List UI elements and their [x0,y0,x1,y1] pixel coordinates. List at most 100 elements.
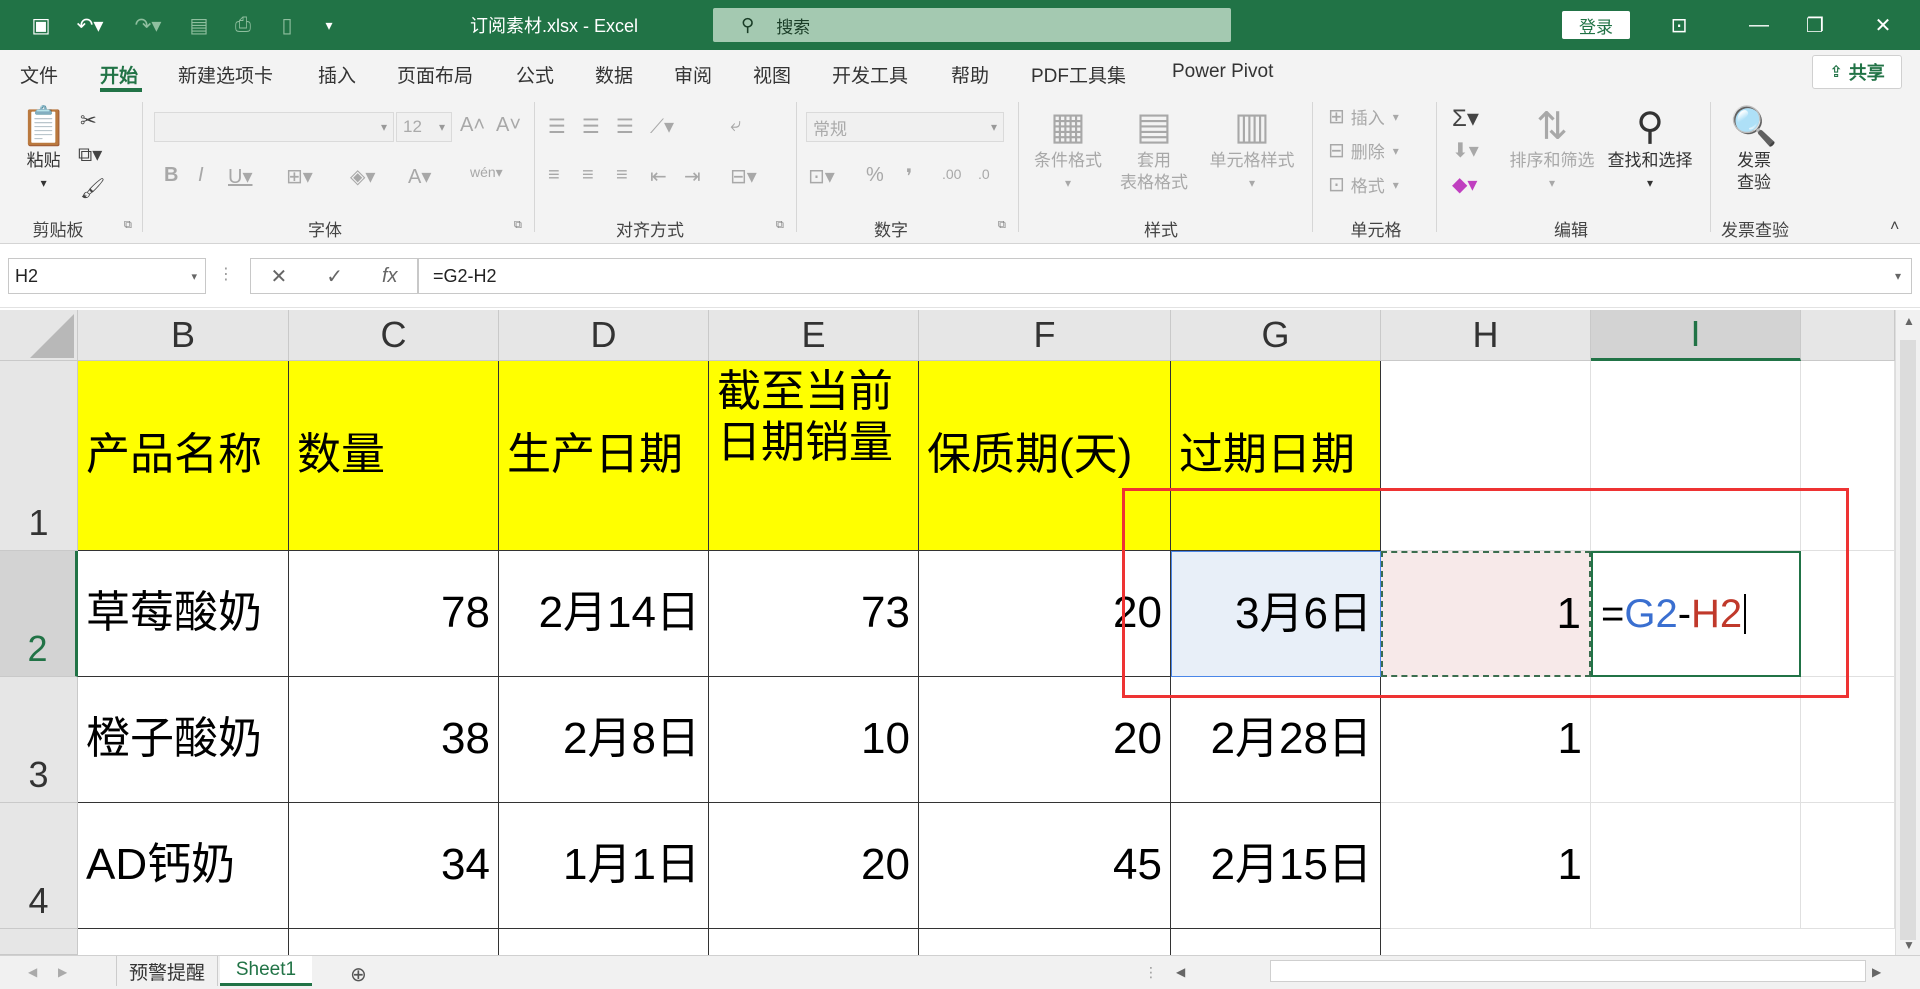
cell-d5[interactable] [499,929,709,955]
decrease-font-icon[interactable]: A˅ [496,114,521,137]
column-header-g[interactable]: G [1171,310,1381,361]
number-format-combo[interactable]: 常规 ▾ [806,112,1004,142]
delete-cells-button[interactable]: ⊟ 删除 ▾ [1328,138,1399,163]
cell-b2[interactable]: 草莓酸奶 [78,551,289,677]
paste-button[interactable]: 📋 粘贴 ▾ [20,104,67,194]
comma-style-icon[interactable]: ❜ [906,164,912,189]
cell-c3[interactable]: 38 [289,677,499,803]
cell-f4[interactable]: 45 [919,803,1171,929]
font-size-combo[interactable]: 12 ▾ [396,112,452,142]
align-bottom-icon[interactable]: ☰ [616,114,634,139]
font-name-combo[interactable]: ▾ [154,112,394,142]
find-select-button[interactable]: ⚲ 查找和选择 ▾ [1602,104,1698,194]
cell-e1[interactable]: 截至当前日期销量 [709,361,919,551]
row-header-1[interactable]: 1 [0,361,78,551]
cell-b1[interactable]: 产品名称 [78,361,289,551]
tab-view[interactable]: 视图 [753,61,791,88]
column-header-b[interactable]: B [78,310,289,361]
horizontal-scroll-thumb[interactable] [1270,960,1866,982]
column-header-d[interactable]: D [499,310,709,361]
scroll-up-icon[interactable]: ▲ [1903,314,1915,328]
orientation-icon[interactable]: ⟋▾ [650,114,674,139]
tab-power-pivot[interactable]: Power Pivot [1172,61,1273,83]
cell-d1[interactable]: 生产日期 [499,361,709,551]
cell-c5[interactable] [289,929,499,955]
scroll-left-icon[interactable]: ◀ [1176,965,1185,979]
cell-b4[interactable]: AD钙奶 [78,803,289,929]
dialog-launcher-icon[interactable]: ⧉ [998,219,1006,232]
dialog-launcher-icon[interactable]: ⧉ [776,219,784,232]
print-preview-icon[interactable]: ⎙ [228,10,258,40]
align-center-icon[interactable]: ≡ [582,164,594,187]
add-sheet-icon[interactable]: ⊕ [350,962,367,987]
vertical-scrollbar[interactable]: ▲ ▼ [1895,310,1920,955]
cell-j4[interactable] [1801,803,1895,929]
cell-d3[interactable]: 2月8日 [499,677,709,803]
cell-c2[interactable]: 78 [289,551,499,677]
invoice-check-button[interactable]: 🔍 发票 查验 [1722,104,1786,194]
italic-icon[interactable]: I [198,164,204,187]
tab-review[interactable]: 审阅 [674,61,712,88]
font-color-icon[interactable]: A▾ [408,164,431,189]
scroll-down-icon[interactable]: ▼ [1903,938,1915,952]
cell-e2[interactable]: 73 [709,551,919,677]
cell-b5[interactable] [78,929,289,955]
align-top-icon[interactable]: ☰ [548,114,566,139]
decrease-indent-icon[interactable]: ⇤ [650,164,667,189]
sheet-tab-warning[interactable]: 预警提醒 [116,956,218,986]
conditional-format-button[interactable]: ▦ 条件格式 ▾ [1030,104,1106,194]
insert-function-icon[interactable]: fx [382,265,398,288]
increase-indent-icon[interactable]: ⇥ [684,164,701,189]
column-header-h[interactable]: H [1381,310,1591,361]
cancel-icon[interactable]: ✕ [270,264,287,289]
cell-c4[interactable]: 34 [289,803,499,929]
column-header-c[interactable]: C [289,310,499,361]
decrease-decimal-icon[interactable]: .0 [978,166,990,182]
tab-data[interactable]: 数据 [595,61,633,88]
tab-page-layout[interactable]: 页面布局 [397,61,473,88]
wrap-text-icon[interactable]: ⤶ [730,114,741,137]
enter-icon[interactable]: ✓ [326,264,343,289]
increase-font-icon[interactable]: A˄ [460,114,485,137]
format-painter-icon[interactable]: 🖌 [80,176,105,201]
column-header-empty[interactable] [1801,310,1895,361]
autosum-icon[interactable]: Σ▾ [1452,104,1479,133]
vertical-scroll-thumb[interactable] [1900,340,1916,940]
login-button[interactable]: 登录 [1562,11,1630,39]
document-icon[interactable]: ▯ [272,10,302,40]
cell-i4[interactable] [1591,803,1801,929]
column-header-i[interactable]: I [1591,310,1801,361]
tab-new[interactable]: 新建选项卡 [178,61,273,88]
dialog-launcher-icon[interactable]: ⧉ [124,219,132,232]
name-box[interactable]: H2 ▾ [8,258,206,294]
phonetic-icon[interactable]: wén▾ [470,164,503,181]
accounting-format-icon[interactable]: ⊡▾ [808,164,835,189]
row-header-5[interactable] [0,929,78,955]
increase-decimal-icon[interactable]: .00 [942,166,961,182]
cell-e3[interactable]: 10 [709,677,919,803]
cell-styles-button[interactable]: ▥ 单元格样式 ▾ [1204,104,1300,194]
restore-icon[interactable]: ❐ [1800,10,1830,40]
tab-formulas[interactable]: 公式 [516,61,554,88]
tab-help[interactable]: 帮助 [951,61,989,88]
tab-developer[interactable]: 开发工具 [832,61,908,88]
column-header-f[interactable]: F [919,310,1171,361]
splitter-icon[interactable]: ⋮ [1144,964,1158,981]
cell-g4[interactable]: 2月15日 [1171,803,1381,929]
cell-e4[interactable]: 20 [709,803,919,929]
redo-icon[interactable]: ↷▾ [128,10,168,40]
tab-home[interactable]: 开始 [100,61,138,88]
ribbon-display-icon[interactable]: ⊡ [1664,10,1694,40]
borders-icon[interactable]: ⊞▾ [286,164,313,189]
tab-pdf[interactable]: PDF工具集 [1031,61,1126,88]
table-format-button[interactable]: ▤ 套用 表格格式 [1110,104,1198,194]
next-sheet-icon[interactable]: ▶ [58,965,67,979]
cell-h4[interactable]: 1 [1381,803,1591,929]
dialog-launcher-icon[interactable]: ⧉ [514,219,522,232]
formula-input[interactable]: =G2-H2 ▾ [418,258,1912,294]
align-left-icon[interactable]: ≡ [548,164,560,187]
percent-icon[interactable]: % [866,164,884,187]
copy-icon[interactable]: ⧉▾ [78,142,102,167]
save-icon[interactable]: ▣ [26,10,56,40]
column-header-e[interactable]: E [709,310,919,361]
